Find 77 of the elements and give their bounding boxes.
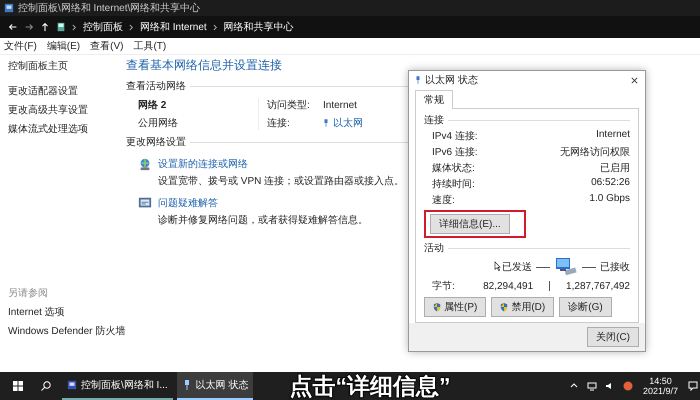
group-heading: 连接 xyxy=(424,114,444,127)
sent-label: 已发送 xyxy=(502,261,532,274)
network-category: 公用网络 xyxy=(138,117,179,130)
menu-item[interactable]: 编辑(E) xyxy=(46,39,80,53)
status-value: 1.0 Gbps xyxy=(589,193,630,206)
dialog-button[interactable]: 属性(P) xyxy=(424,297,486,317)
taskbar-item[interactable]: 以太网 状态 xyxy=(176,372,254,400)
sent-bytes: 82,294,491 xyxy=(482,280,534,292)
sidebar-link[interactable]: Windows Defender 防火墙 xyxy=(8,324,126,338)
sidebar-link[interactable]: 更改高级共享设置 xyxy=(8,103,126,117)
dialog-button[interactable]: 禁用(D) xyxy=(491,297,554,317)
close-icon[interactable] xyxy=(630,76,639,84)
field-label: 访问类型: xyxy=(267,98,311,112)
task-description: 诊断并修复网络问题，或者获得疑难解答信息。 xyxy=(158,214,368,227)
details-button[interactable]: 详细信息(E)... xyxy=(430,214,510,234)
status-value: 已启用 xyxy=(600,162,630,175)
computers-icon xyxy=(554,257,578,277)
received-label: 已接收 xyxy=(600,260,630,274)
chevron-icon xyxy=(72,24,77,30)
bytes-label: 字节: xyxy=(432,280,456,293)
menu-item[interactable]: 工具(T) xyxy=(133,39,166,53)
network-icon[interactable] xyxy=(584,381,599,391)
field-value: Internet xyxy=(323,100,357,110)
mouse-cursor-icon xyxy=(494,261,501,271)
sidebar-link[interactable]: 媒体流式处理选项 xyxy=(8,122,126,136)
subtitle-caption: 点击“详细信息” xyxy=(290,372,450,400)
sidebar-link[interactable]: Internet 选项 xyxy=(8,305,126,319)
dialog-button[interactable]: 诊断(G) xyxy=(559,297,612,317)
back-icon[interactable] xyxy=(8,22,18,32)
shield-icon xyxy=(500,302,508,312)
taskbar-item[interactable]: 控制面板\网络和 I... xyxy=(62,372,173,400)
troubleshoot-icon xyxy=(138,196,152,210)
task-description: 设置宽带、拨号或 VPN 连接；或设置路由器或接入点。 xyxy=(158,174,404,188)
network-setup-icon xyxy=(138,157,152,171)
sidebar-link[interactable]: 控制面板主页 xyxy=(8,59,126,73)
clock[interactable]: 14:50 2021/9/7 xyxy=(638,376,682,396)
status-value: Internet xyxy=(596,129,630,142)
shield-icon xyxy=(433,302,441,312)
chevron-icon xyxy=(212,24,218,30)
breadcrumb-item[interactable]: 控制面板 xyxy=(83,20,123,34)
up-icon[interactable] xyxy=(40,22,50,32)
status-label: 媒体状态: xyxy=(432,162,475,175)
menu-item[interactable]: 查看(V) xyxy=(90,39,124,53)
received-bytes: 1,287,767,492 xyxy=(566,280,630,292)
dialog-title: 以太网 状态 xyxy=(425,74,478,87)
app-icon[interactable] xyxy=(620,381,635,391)
field-label: 连接: xyxy=(267,116,291,130)
connection-link[interactable]: 以太网 xyxy=(333,116,363,130)
task-link[interactable]: 设置新的连接或网络 xyxy=(158,157,404,171)
ethernet-icon xyxy=(415,75,421,85)
status-label: IPv6 连接: xyxy=(432,146,478,159)
control-panel-icon xyxy=(67,379,77,391)
close-button[interactable]: 关闭(C) xyxy=(587,327,639,347)
chevron-icon xyxy=(129,24,134,30)
dialog-tab[interactable]: 常规 xyxy=(415,90,453,109)
forward-icon[interactable] xyxy=(24,22,34,32)
task-link[interactable]: 问题疑难解答 xyxy=(158,196,368,210)
page-heading: 查看基本网络信息并设置连接 xyxy=(126,57,283,74)
menu-item[interactable]: 文件(F) xyxy=(4,39,37,53)
status-label: 速度: xyxy=(432,194,455,207)
sidebar-link[interactable]: 更改适配器设置 xyxy=(8,84,126,98)
status-label: 持续时间: xyxy=(432,178,475,191)
notification-icon[interactable] xyxy=(686,381,700,391)
status-value: 无网络访问权限 xyxy=(560,146,630,159)
window-icon xyxy=(4,3,14,13)
breadcrumb-item[interactable]: 网络和共享中心 xyxy=(224,20,294,34)
group-heading: 活动 xyxy=(424,242,444,255)
control-panel-icon xyxy=(56,22,66,32)
network-name: 网络 2 xyxy=(138,98,168,112)
see-also-heading: 另请参阅 xyxy=(8,286,49,300)
window-title: 控制面板\网络和 Internet\网络和共享中心 xyxy=(18,2,200,15)
section-heading: 更改网络设置 xyxy=(126,136,186,149)
breadcrumb-item[interactable]: 网络和 Internet xyxy=(140,20,207,34)
status-label: IPv4 连接: xyxy=(432,130,478,143)
section-heading: 查看活动网络 xyxy=(126,80,186,93)
status-value: 06:52:26 xyxy=(591,177,630,190)
ethernet-icon xyxy=(323,118,329,128)
